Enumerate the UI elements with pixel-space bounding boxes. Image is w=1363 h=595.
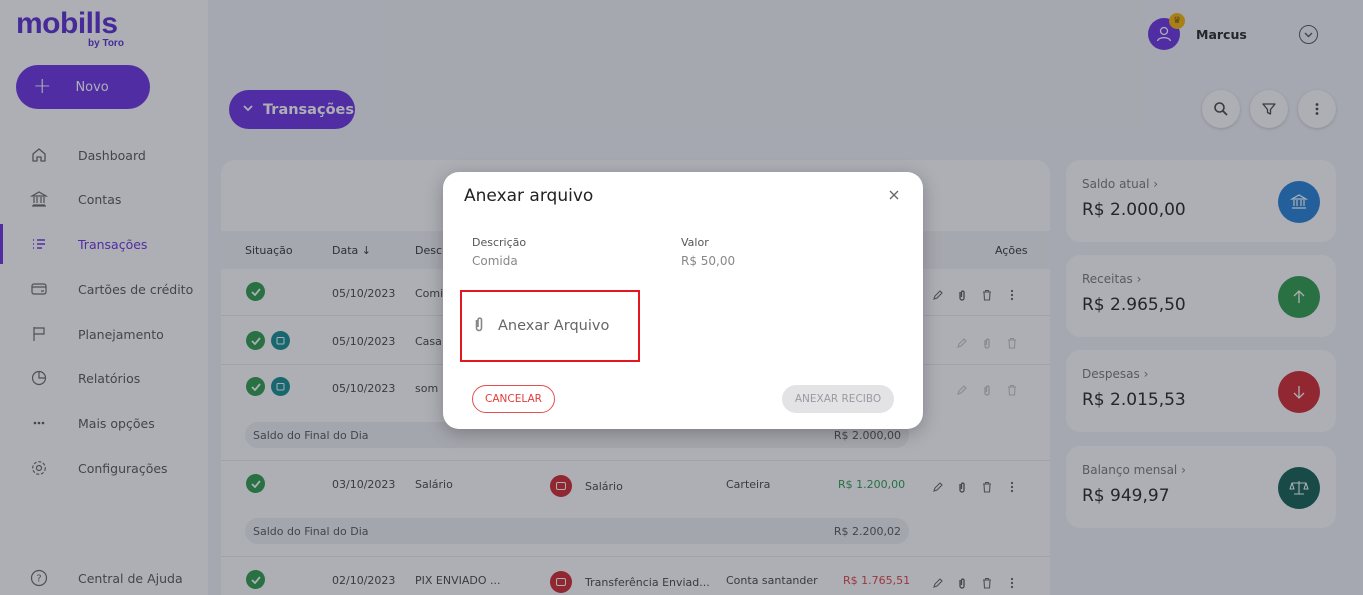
attach-receipt-button[interactable]: ANEXAR RECIBO bbox=[782, 385, 894, 413]
attach-file-dialog: Anexar arquivo Descrição Comida Valor R$… bbox=[443, 172, 923, 429]
attach-file-button[interactable]: Anexar Arquivo bbox=[473, 316, 609, 336]
paperclip-icon bbox=[473, 316, 485, 336]
value-label: Valor bbox=[681, 236, 709, 249]
description-value: Comida bbox=[472, 254, 518, 268]
close-icon[interactable] bbox=[886, 187, 902, 203]
attach-file-label: Anexar Arquivo bbox=[498, 318, 610, 334]
value-value: R$ 50,00 bbox=[681, 254, 736, 268]
description-label: Descrição bbox=[472, 236, 527, 249]
dialog-title: Anexar arquivo bbox=[464, 186, 594, 206]
cancel-button[interactable]: CANCELAR bbox=[472, 385, 555, 413]
